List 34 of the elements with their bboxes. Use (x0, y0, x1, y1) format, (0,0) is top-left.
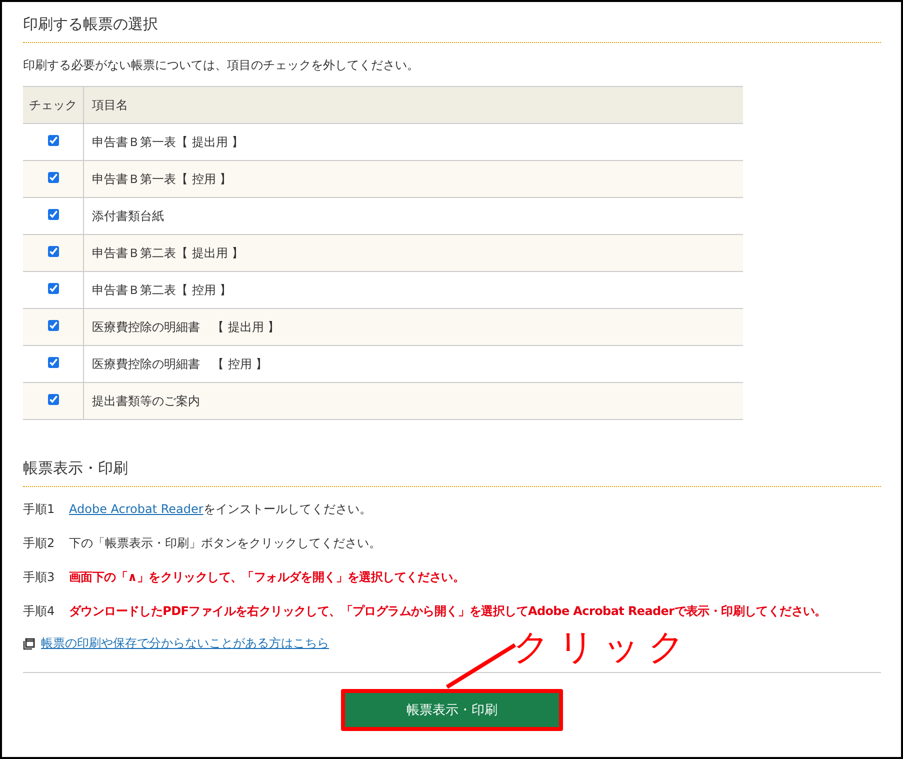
step-label: 手順4 (23, 603, 56, 619)
help-link[interactable]: 帳票の印刷や保存で分からないことがある方はこちら (41, 635, 329, 652)
checkbox[interactable] (48, 209, 58, 220)
section-heading: 帳票表示・印刷 (23, 454, 881, 487)
checkbox[interactable] (48, 320, 58, 331)
step-text: Adobe Acrobat Readerをインストールしてください。 (69, 501, 372, 517)
item-name: 申告書Ｂ第一表【 提出用 】 (92, 134, 244, 148)
instruction-text: 印刷する必要がない帳票については、項目のチェックを外してください。 (23, 57, 420, 74)
step-text: 画面下の「∧」をクリックして、「フォルダを開く」を選択してください。 (69, 569, 465, 585)
column-header: チェック (23, 86, 84, 124)
item-name: 申告書Ｂ第二表【 提出用 】 (92, 246, 244, 260)
item-name: 申告書Ｂ第一表【 控用 】 (92, 172, 232, 186)
reader-link[interactable]: Adobe Acrobat Reader (69, 502, 204, 516)
item-name: 提出書類等のご案内 (92, 394, 200, 408)
checkbox[interactable] (48, 135, 58, 146)
checkbox[interactable] (48, 357, 58, 368)
step-label: 手順2 (23, 535, 56, 551)
new-window-icon (23, 638, 35, 650)
step-label: 手順1 (23, 501, 56, 517)
item-name: 添付書類台紙 (92, 208, 164, 222)
step-label: 手順3 (23, 569, 56, 585)
section-heading: 印刷する帳票の選択 (23, 10, 881, 43)
step-text: 下の「帳票表示・印刷」ボタンをクリックしてください。 (69, 535, 381, 551)
item-name: 申告書Ｂ第二表【 控用 】 (92, 282, 232, 296)
checkbox[interactable] (48, 283, 58, 294)
column-header: 項目名 (84, 86, 743, 124)
item-name: 医療費控除の明細書 【 提出用 】 (92, 320, 280, 334)
checkbox[interactable] (48, 172, 58, 183)
checkbox[interactable] (48, 394, 58, 405)
checkbox[interactable] (48, 246, 58, 257)
annotation-text: クリック (513, 627, 693, 667)
step-text: ダウンロードしたPDFファイルを右クリックして、「プログラムから開く」を選択してAdobe Acrobat Readerで表示・印刷してください。 (69, 603, 826, 619)
print-button[interactable]: 帳票表示・印刷 (341, 689, 563, 731)
item-name: 医療費控除の明細書 【 控用 】 (92, 356, 268, 370)
